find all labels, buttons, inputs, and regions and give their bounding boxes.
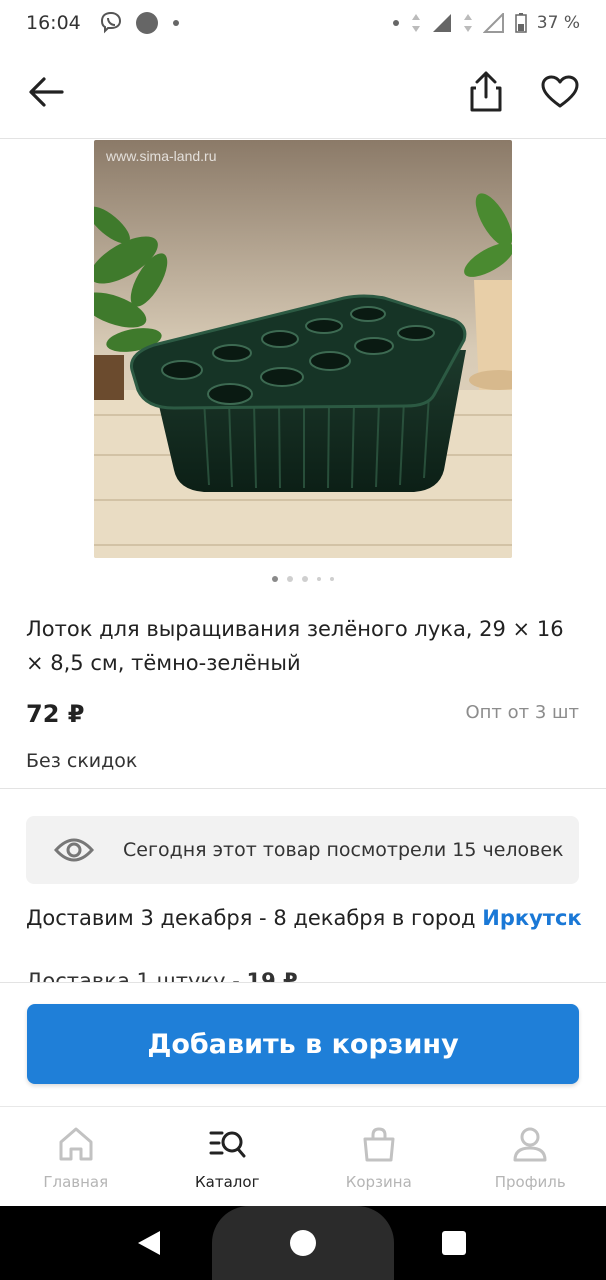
pager-dot[interactable] bbox=[317, 577, 321, 581]
delivery-city-link[interactable]: Иркутск bbox=[482, 906, 581, 930]
wholesale-info: Опт от 3 шт bbox=[465, 702, 580, 723]
battery-percent: 37 % bbox=[536, 13, 580, 33]
delivery-cost: Доставка 1 штуку - 19 ₽ bbox=[26, 964, 298, 982]
discount-note: Без скидок bbox=[26, 750, 138, 772]
views-banner: Сегодня этот товар посмотрели 15 человек bbox=[26, 816, 579, 884]
pager-dot[interactable] bbox=[287, 576, 293, 582]
arrow-left-icon bbox=[29, 77, 64, 107]
nav-cart-label: Корзина bbox=[345, 1173, 412, 1191]
product-photo bbox=[94, 140, 512, 558]
status-time: 16:04 bbox=[26, 12, 81, 34]
cart-panel: Добавить в корзину bbox=[0, 982, 606, 1106]
nav-catalog[interactable]: Каталог bbox=[152, 1107, 304, 1206]
signal-icon bbox=[432, 14, 451, 32]
signal-empty-icon bbox=[482, 13, 504, 33]
views-text: Сегодня этот товар посмотрели 15 человек bbox=[123, 839, 564, 861]
nav-cart[interactable]: Корзина bbox=[303, 1107, 455, 1206]
share-icon bbox=[470, 71, 502, 112]
back-button[interactable] bbox=[26, 74, 66, 110]
nav-catalog-label: Каталог bbox=[195, 1173, 260, 1191]
system-recents-icon[interactable] bbox=[442, 1231, 466, 1255]
product-price: 72 ₽ bbox=[26, 700, 85, 728]
add-to-cart-button[interactable]: Добавить в корзину bbox=[27, 1004, 579, 1084]
profile-icon bbox=[513, 1127, 547, 1162]
pager-dot[interactable] bbox=[302, 576, 308, 582]
delivery-cost-value: 19 ₽ bbox=[246, 969, 298, 982]
heart-icon bbox=[541, 75, 579, 108]
share-button[interactable] bbox=[466, 70, 506, 114]
top-app-bar bbox=[0, 46, 606, 139]
delivery-dates: Доставим 3 декабря - 8 декабря в город bbox=[26, 906, 476, 930]
viber-icon bbox=[99, 11, 123, 35]
notification-dot-icon bbox=[171, 18, 181, 28]
pager-dot[interactable] bbox=[330, 577, 334, 581]
delivery-cost-label: Доставка 1 штуку - bbox=[26, 969, 240, 982]
status-bar: 16:04 37 % bbox=[0, 0, 606, 46]
product-title: Лоток для выращивания зелёного лука, 29 … bbox=[26, 617, 564, 675]
image-pager bbox=[0, 576, 606, 582]
favorite-button[interactable] bbox=[540, 74, 580, 110]
system-home-icon[interactable] bbox=[290, 1230, 316, 1256]
delivery-info: Доставим 3 декабря - 8 декабря в город И… bbox=[26, 906, 582, 930]
bag-icon bbox=[363, 1127, 395, 1162]
data-arrows-icon bbox=[411, 14, 420, 32]
product-image[interactable]: www.sima-land.ru bbox=[94, 140, 512, 558]
divider bbox=[0, 788, 606, 789]
eye-icon bbox=[54, 838, 94, 862]
dot-icon bbox=[392, 20, 399, 26]
data-arrows-icon bbox=[463, 14, 472, 32]
watermark: www.sima-land.ru bbox=[106, 148, 217, 164]
notification-circle-icon bbox=[135, 11, 159, 35]
bottom-navigation: Главная Каталог Корзина Профиль bbox=[0, 1106, 606, 1206]
catalog-search-icon bbox=[209, 1131, 246, 1158]
system-navigation-bar bbox=[0, 1206, 606, 1280]
nav-home-label: Главная bbox=[43, 1173, 109, 1191]
nav-profile-label: Профиль bbox=[494, 1173, 566, 1191]
system-back-icon[interactable] bbox=[136, 1229, 162, 1257]
nav-home[interactable]: Главная bbox=[0, 1107, 152, 1206]
nav-profile[interactable]: Профиль bbox=[455, 1107, 606, 1206]
home-icon bbox=[59, 1127, 93, 1161]
pager-dot[interactable] bbox=[272, 576, 278, 582]
battery-icon bbox=[515, 13, 527, 33]
